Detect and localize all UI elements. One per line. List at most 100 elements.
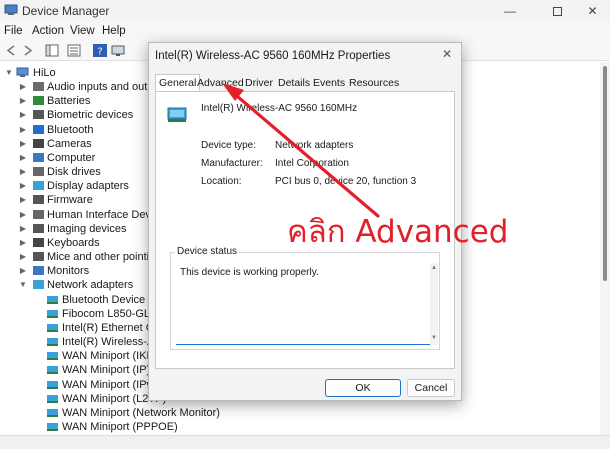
manufacturer-value: Intel Corporation — [275, 158, 349, 169]
menu-action[interactable]: Action — [32, 25, 64, 37]
category-icon — [33, 110, 44, 120]
monitor-icon[interactable] — [110, 43, 126, 58]
category-icon — [33, 96, 44, 106]
device-status-textbox[interactable]: This device is working properly. ▲ ▼ — [176, 263, 438, 345]
device-status-group: Device status This device is working pro… — [170, 246, 440, 350]
maximize-button[interactable] — [537, 0, 577, 22]
chevron-right-icon[interactable]: ▶ — [18, 165, 28, 179]
computer-icon — [16, 67, 29, 77]
dialog-close-button[interactable]: ✕ — [439, 46, 455, 62]
manufacturer-label: Manufacturer: — [201, 158, 263, 169]
tree-category-label: Firmware — [47, 194, 93, 207]
network-adapter-icon — [47, 295, 58, 304]
device-manager-icon — [4, 4, 18, 15]
menu-help[interactable]: Help — [102, 25, 126, 37]
location-value: PCI bus 0, device 20, function 3 — [275, 176, 417, 187]
chevron-right-icon[interactable]: ▶ — [18, 94, 28, 108]
tab-driver[interactable]: Driver — [242, 75, 276, 92]
tree-category-label: Monitors — [47, 265, 90, 278]
chevron-down-icon[interactable]: ▼ — [4, 66, 14, 80]
close-button[interactable]: ✕ — [575, 0, 610, 22]
network-adapter-icon — [47, 352, 58, 361]
properties-icon[interactable] — [66, 43, 82, 58]
chevron-right-icon[interactable]: ▶ — [18, 151, 28, 165]
category-icon — [33, 152, 44, 162]
dialog-title: Intel(R) Wireless-AC 9560 160MHz Propert… — [155, 50, 391, 62]
category-icon — [33, 167, 44, 177]
tree-category-label: Display adapters — [47, 180, 129, 193]
tree-category-label: Network adapters — [47, 279, 134, 292]
location-label: Location: — [201, 176, 242, 187]
tab-events[interactable]: Events — [310, 75, 348, 92]
status-bar — [0, 435, 610, 449]
ok-button[interactable]: OK — [325, 379, 401, 397]
network-adapter-icon — [47, 423, 58, 432]
chevron-right-icon[interactable]: ▶ — [18, 250, 28, 264]
network-adapter-icon — [47, 309, 58, 318]
back-icon[interactable] — [3, 43, 19, 58]
menu-view[interactable]: View — [70, 25, 95, 37]
network-adapter-icon — [47, 323, 58, 332]
tree-category-label: Computer — [47, 151, 96, 164]
menu-bar: File Action View Help — [0, 22, 610, 41]
category-icon — [33, 209, 44, 219]
chevron-right-icon[interactable]: ▶ — [18, 179, 28, 193]
tab-resources[interactable]: Resources — [346, 75, 402, 92]
category-icon — [33, 237, 44, 247]
tree-network-adapter-label: WAN Miniport (IP) — [62, 364, 151, 377]
category-icon — [33, 195, 44, 205]
tree-network-adapter-label: WAN Miniport (Network Monitor) — [62, 406, 220, 419]
help-icon[interactable]: ? — [92, 43, 108, 58]
chevron-right-icon[interactable]: ▶ — [18, 193, 28, 207]
network-adapter-icon — [47, 394, 58, 403]
cancel-button[interactable]: Cancel — [407, 379, 455, 397]
device-type-value: Network adapters — [275, 140, 354, 151]
chevron-down-icon[interactable]: ▼ — [18, 278, 28, 292]
scrollbar-thumb[interactable] — [603, 66, 607, 281]
tree-category-label: Imaging devices — [47, 222, 127, 235]
tree-category-label: Disk drives — [47, 166, 101, 179]
tab-details[interactable]: Details — [275, 75, 313, 92]
chevron-right-icon[interactable]: ▶ — [18, 123, 28, 137]
minimize-icon: — — [504, 4, 516, 18]
close-icon: ✕ — [441, 47, 453, 61]
category-icon — [33, 266, 44, 276]
network-adapter-icon — [47, 366, 58, 375]
chevron-right-icon[interactable]: ▶ — [18, 80, 28, 94]
vertical-scrollbar[interactable] — [600, 62, 610, 435]
chevron-right-icon[interactable]: ▶ — [18, 137, 28, 151]
tree-category-label: Bluetooth — [47, 123, 94, 136]
device-status-text: This device is working properly. — [180, 267, 319, 278]
tree-network-adapter-label: Fibocom L850-GL — [62, 307, 151, 320]
device-name: Intel(R) Wireless-AC 9560 160MHz — [201, 103, 358, 114]
menu-file[interactable]: File — [4, 25, 23, 37]
tree-category-label: Biometric devices — [47, 109, 134, 122]
tab-advanced[interactable]: Advanced — [194, 75, 247, 92]
scroll-up-icon[interactable]: ▲ — [430, 265, 438, 271]
chevron-right-icon[interactable]: ▶ — [18, 236, 28, 250]
tree-category-label: Audio inputs and outpu — [47, 81, 160, 93]
category-icon — [33, 223, 44, 233]
tree-root-label: HiLo — [33, 67, 56, 79]
chevron-right-icon[interactable]: ▶ — [18, 222, 28, 236]
tree-category-label: Batteries — [47, 95, 91, 108]
status-scrollbar[interactable]: ▲ ▼ — [430, 263, 438, 345]
category-icon — [33, 252, 44, 262]
tree-category-label: Cameras — [47, 137, 92, 150]
console-tree-icon[interactable] — [44, 43, 60, 58]
network-adapter-icon — [47, 338, 58, 347]
chevron-right-icon[interactable]: ▶ — [18, 108, 28, 122]
window-title: Device Manager — [22, 4, 110, 18]
category-icon — [33, 124, 44, 134]
device-type-label: Device type: — [201, 140, 257, 151]
network-adapter-icon — [47, 408, 58, 417]
category-icon — [33, 138, 44, 148]
scroll-down-icon[interactable]: ▼ — [430, 335, 438, 341]
chevron-right-icon[interactable]: ▶ — [18, 208, 28, 222]
minimize-button[interactable]: — — [490, 0, 530, 22]
forward-icon[interactable] — [20, 43, 36, 58]
chevron-right-icon[interactable]: ▶ — [18, 264, 28, 278]
svg-text:?: ? — [97, 47, 102, 58]
title-bar: Device Manager — ✕ — [0, 0, 610, 22]
device-status-label: Device status — [175, 246, 240, 257]
